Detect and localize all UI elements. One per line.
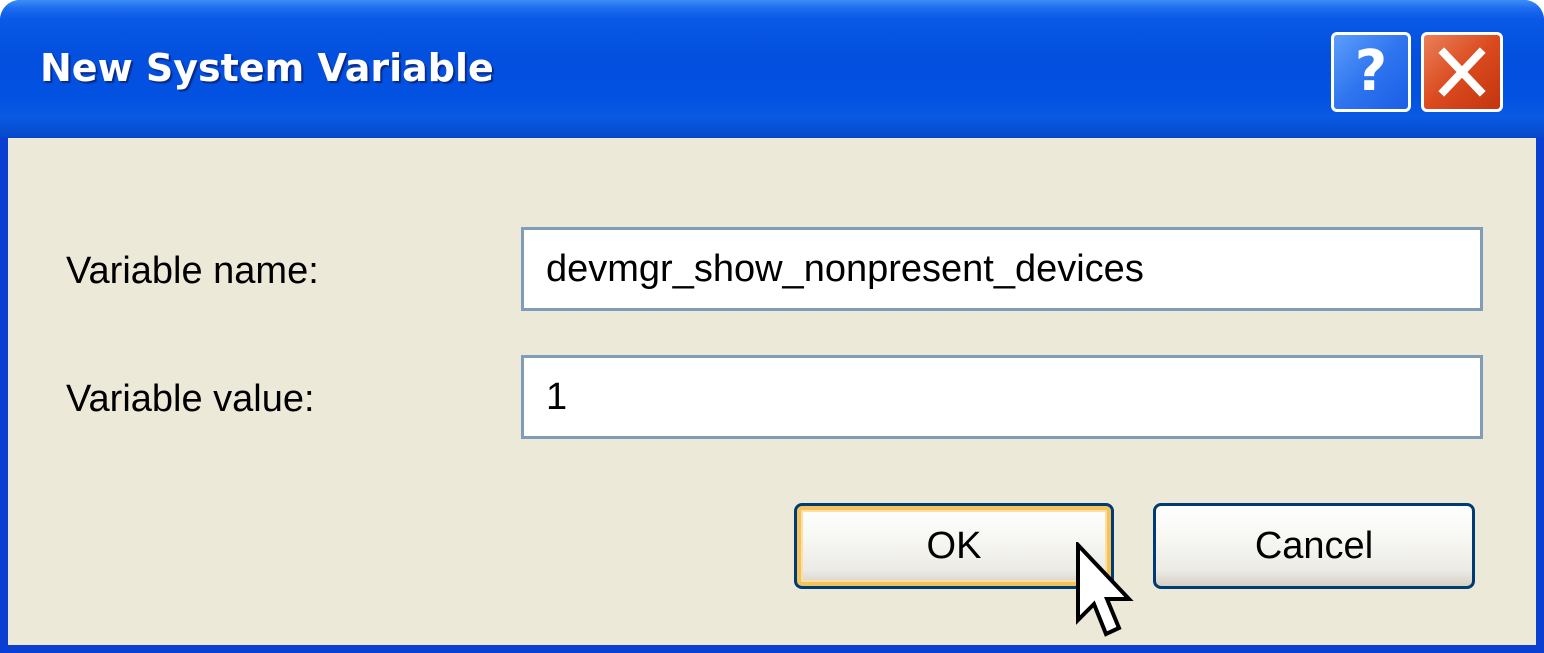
window-title: New System Variable — [40, 46, 494, 90]
variable-value-label: Variable value: — [66, 378, 315, 420]
ok-button[interactable]: OK — [794, 503, 1114, 589]
dialog-body: Variable name: devmgr_show_nonpresent_de… — [8, 138, 1536, 645]
mouse-pointer-icon — [1076, 542, 1134, 637]
cancel-button[interactable]: Cancel — [1153, 503, 1475, 589]
dialog-window: New System Variable ? Variable name: dev… — [0, 0, 1544, 653]
close-x-icon — [1438, 47, 1486, 97]
question-mark-icon: ? — [1354, 39, 1388, 104]
cancel-button-label: Cancel — [1254, 524, 1374, 567]
variable-name-input[interactable]: devmgr_show_nonpresent_devices — [521, 227, 1483, 311]
close-button[interactable] — [1421, 32, 1503, 112]
ok-button-label: OK — [926, 524, 982, 567]
variable-name-label: Variable name: — [66, 250, 319, 292]
title-bar[interactable]: New System Variable ? — [0, 0, 1544, 138]
variable-value-input[interactable]: 1 — [521, 355, 1483, 439]
help-button[interactable]: ? — [1331, 32, 1411, 112]
